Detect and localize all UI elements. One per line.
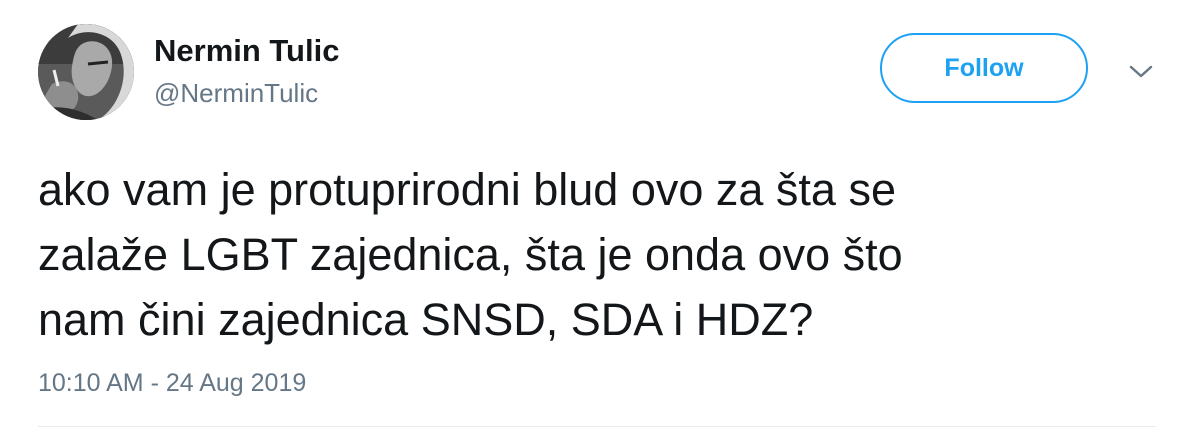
divider	[38, 426, 1156, 427]
tweet-text: ako vam je protuprirodni blud ovo za šta…	[38, 157, 1148, 352]
tweet-text-line: nam čini zajednica SNSD, SDA i HDZ?	[38, 294, 814, 345]
chevron-down-icon[interactable]	[1128, 62, 1154, 82]
avatar[interactable]	[38, 24, 134, 120]
tweet-timestamp[interactable]: 10:10 AM - 24 Aug 2019	[38, 366, 306, 400]
tweet-text-line: ako vam je protuprirodni blud ovo za šta…	[38, 164, 896, 215]
tweet-card: Nermin Tulic @NerminTulic Follow ako vam…	[0, 0, 1188, 430]
user-handle[interactable]: @NerminTulic	[154, 77, 318, 109]
tweet-text-line: zalaže LGBT zajednica, šta je onda ovo š…	[38, 229, 903, 280]
display-name[interactable]: Nermin Tulic	[154, 32, 339, 70]
avatar-photo	[38, 24, 134, 120]
follow-button[interactable]: Follow	[880, 33, 1088, 103]
